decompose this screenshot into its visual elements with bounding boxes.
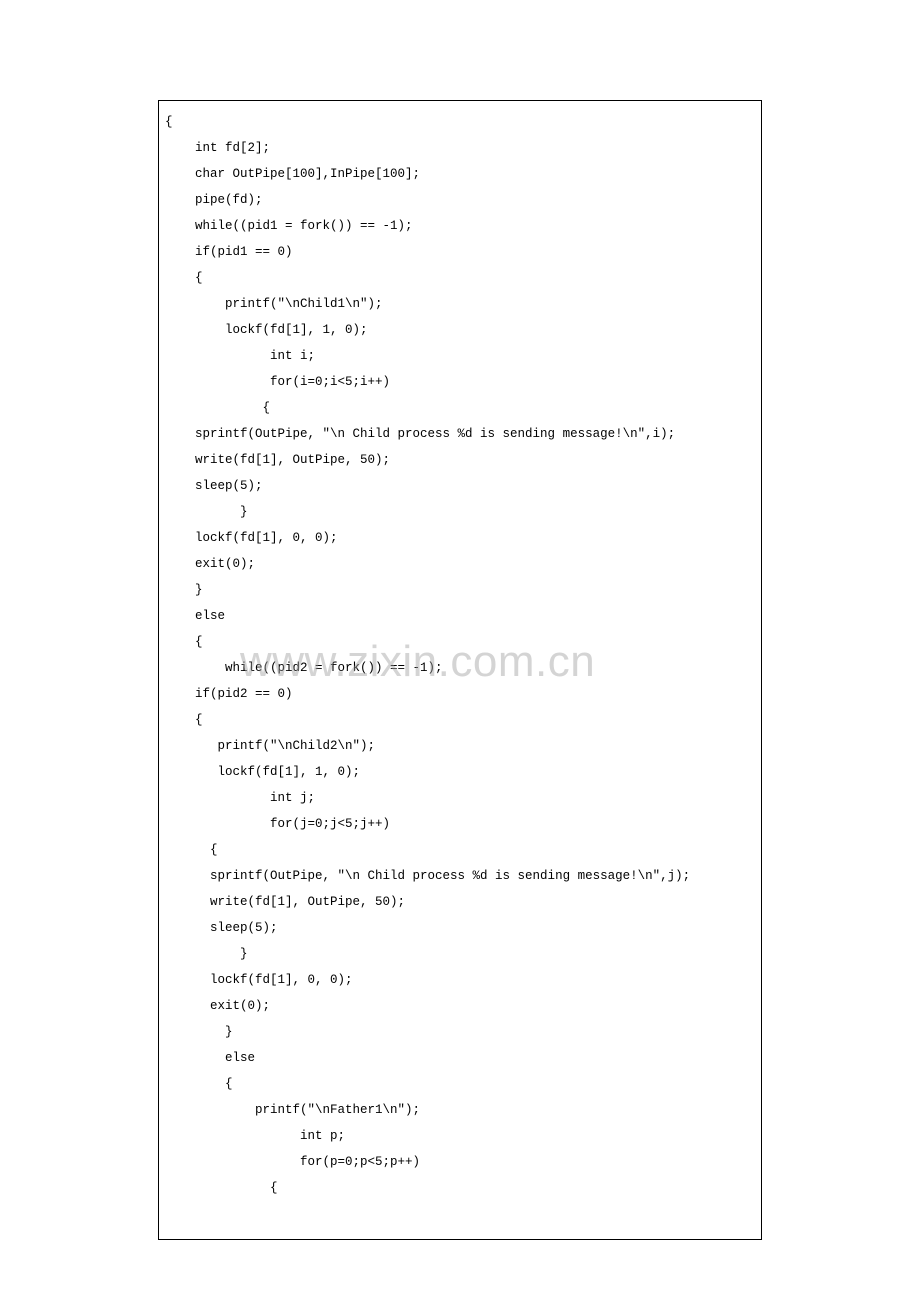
code-line: printf("\nFather1\n");: [165, 1097, 755, 1123]
code-line: {: [165, 395, 755, 421]
code-line: if(pid2 == 0): [165, 681, 755, 707]
code-line: int i;: [165, 343, 755, 369]
code-line: sprintf(OutPipe, "\n Child process %d is…: [165, 421, 755, 447]
code-line: if(pid1 == 0): [165, 239, 755, 265]
code-line: {: [165, 1071, 755, 1097]
code-line: lockf(fd[1], 0, 0);: [165, 967, 755, 993]
code-line: {: [165, 109, 755, 135]
code-line: {: [165, 265, 755, 291]
code-line: lockf(fd[1], 0, 0);: [165, 525, 755, 551]
code-line: int p;: [165, 1123, 755, 1149]
code-line: while((pid1 = fork()) == -1);: [165, 213, 755, 239]
code-line: {: [165, 629, 755, 655]
code-line: }: [165, 499, 755, 525]
code-line: {: [165, 707, 755, 733]
code-line: while((pid2 = fork()) == -1);: [165, 655, 755, 681]
code-line: for(p=0;p<5;p++): [165, 1149, 755, 1175]
code-line: write(fd[1], OutPipe, 50);: [165, 889, 755, 915]
code-line: write(fd[1], OutPipe, 50);: [165, 447, 755, 473]
code-line: sprintf(OutPipe, "\n Child process %d is…: [165, 863, 755, 889]
code-line: lockf(fd[1], 1, 0);: [165, 317, 755, 343]
code-line: for(i=0;i<5;i++): [165, 369, 755, 395]
code-line: }: [165, 941, 755, 967]
code-line: exit(0);: [165, 551, 755, 577]
code-line: printf("\nChild2\n");: [165, 733, 755, 759]
code-line: }: [165, 577, 755, 603]
code-line: for(j=0;j<5;j++): [165, 811, 755, 837]
code-line: {: [165, 837, 755, 863]
code-line: int j;: [165, 785, 755, 811]
code-line: lockf(fd[1], 1, 0);: [165, 759, 755, 785]
code-line: else: [165, 1045, 755, 1071]
code-line: exit(0);: [165, 993, 755, 1019]
code-line: }: [165, 1019, 755, 1045]
code-line: sleep(5);: [165, 915, 755, 941]
code-line: else: [165, 603, 755, 629]
code-line: pipe(fd);: [165, 187, 755, 213]
code-line: int fd[2];: [165, 135, 755, 161]
code-line: {: [165, 1175, 755, 1201]
code-line: sleep(5);: [165, 473, 755, 499]
code-line: char OutPipe[100],InPipe[100];: [165, 161, 755, 187]
code-box: { int fd[2]; char OutPipe[100],InPipe[10…: [158, 100, 762, 1240]
code-line: printf("\nChild1\n");: [165, 291, 755, 317]
